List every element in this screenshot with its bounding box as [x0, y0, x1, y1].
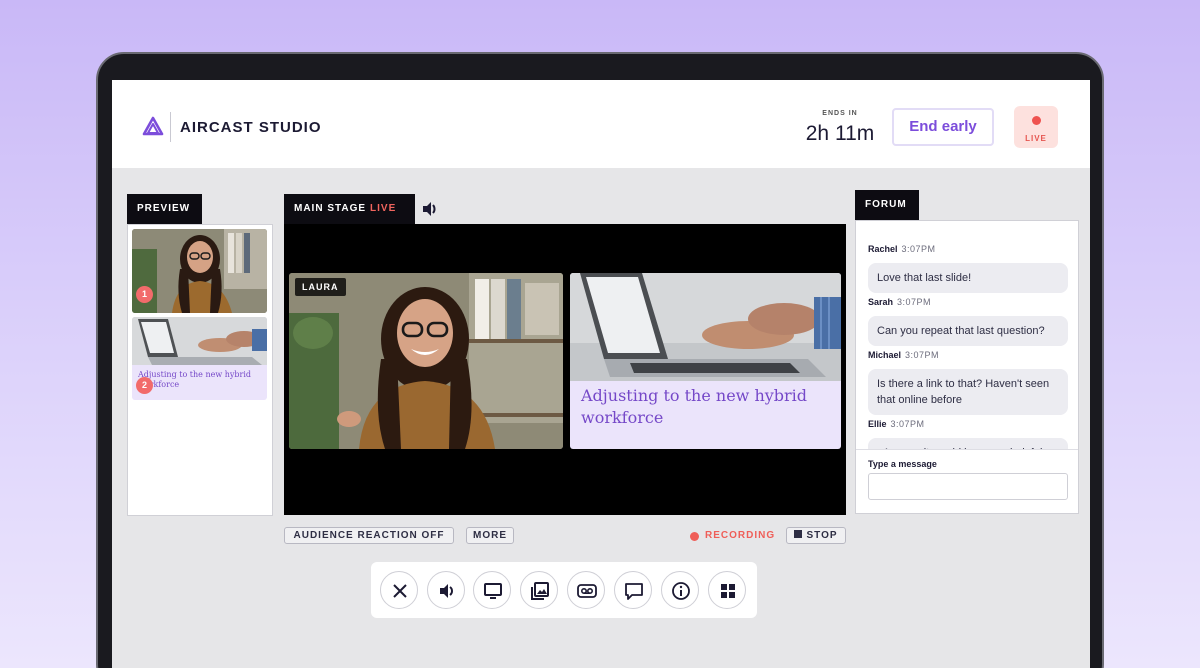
info-icon	[672, 582, 690, 600]
preview-panel: 1 Adjusting to the new hybrid workforce …	[127, 224, 273, 516]
info-button[interactable]	[661, 571, 699, 609]
media-button[interactable]	[520, 571, 558, 609]
stop-button[interactable]: STOP	[786, 527, 846, 544]
message-bubble: Love that last slide!	[868, 263, 1068, 293]
top-bar: AIRCAST STUDIO ENDS IN 2h 11m End early …	[112, 80, 1090, 168]
recording-label: RECORDING	[705, 530, 776, 541]
aircast-logo-icon	[142, 116, 164, 136]
recording-dot-icon	[690, 532, 699, 541]
speaker-video-image	[289, 273, 563, 449]
message-time: 3:07PM	[897, 297, 932, 307]
tab-forum[interactable]: FORUM	[855, 190, 919, 220]
screen-share-button[interactable]	[473, 571, 511, 609]
ends-in-label: ENDS IN	[822, 110, 858, 117]
voicemail-icon	[577, 584, 597, 598]
audience-reaction-button[interactable]: AUDIENCE REACTION OFF	[284, 527, 454, 544]
message-input-label: Type a message	[868, 459, 937, 469]
stage-slide-title: Adjusting to the new hybrid workforce	[581, 386, 808, 427]
more-button[interactable]: MORE	[466, 527, 514, 544]
message-time: 3:07PM	[890, 419, 925, 429]
forum-message: Michael 3:07PM Is there a link to that? H…	[868, 345, 1068, 415]
preview-slide-title: Adjusting to the new hybrid workforce	[138, 370, 252, 389]
live-button[interactable]: LIVE	[1014, 106, 1058, 148]
speaker-video-image	[132, 229, 267, 313]
forum-divider	[856, 449, 1078, 450]
chat-icon	[625, 583, 643, 600]
main-stage: LAURA Adjusting to the new hybrid workfo…	[284, 224, 846, 515]
forum-message: Rachel 3:07PM Love that last slide!	[868, 239, 1068, 293]
message-author: Ellie	[868, 419, 887, 429]
stage-feed-speaker[interactable]: LAURA	[289, 273, 563, 449]
laptop-typing-image	[570, 273, 841, 381]
close-icon	[393, 584, 407, 598]
message-author: Rachel	[868, 244, 898, 254]
speaker-icon	[440, 584, 453, 598]
ends-in-value: 2h 11m	[805, 122, 875, 145]
layout-button[interactable]	[708, 571, 746, 609]
main-stage-live-label: LIVE	[370, 203, 397, 214]
feed-name-label: LAURA	[295, 278, 346, 296]
laptop-typing-image	[132, 317, 267, 365]
forum-message: Sarah 3:07PM Can you repeat that last que…	[868, 292, 1068, 346]
logo-divider	[170, 112, 171, 142]
message-input[interactable]	[868, 473, 1068, 500]
end-early-button[interactable]: End early	[892, 108, 994, 146]
message-author: Sarah	[868, 297, 894, 307]
tab-preview[interactable]: PREVIEW	[127, 194, 202, 224]
stop-icon	[794, 530, 803, 538]
message-time: 3:07PM	[905, 350, 940, 360]
brand-name: AIRCAST STUDIO	[180, 119, 322, 136]
image-icon	[531, 582, 549, 600]
app-screen: AIRCAST STUDIO ENDS IN 2h 11m End early …	[112, 80, 1090, 668]
stage-feed-slide[interactable]: Adjusting to the new hybrid workforce	[570, 273, 841, 449]
forum-message: Ellie3:07PM +1 agree it would be super h…	[868, 414, 1068, 449]
recordings-button[interactable]	[567, 571, 605, 609]
grid-icon	[721, 584, 735, 598]
message-author: Michael	[868, 350, 902, 360]
message-bubble: +1 agree it would be super helpful	[868, 438, 1068, 449]
live-dot-icon	[1031, 116, 1041, 125]
forum-message-list[interactable]: Rachel 3:07PM Love that last slide! Sarah…	[856, 221, 1078, 449]
stop-button-label: STOP	[806, 530, 838, 541]
chat-button[interactable]	[614, 571, 652, 609]
laptop-frame: AIRCAST STUDIO ENDS IN 2h 11m End early …	[96, 52, 1104, 668]
audio-button[interactable]	[427, 571, 465, 609]
preview-badge-2: 2	[136, 377, 153, 394]
speaker-icon[interactable]	[421, 201, 439, 217]
message-bubble: Is there a link to that? Haven't seen th…	[868, 369, 1068, 415]
close-button[interactable]	[380, 571, 418, 609]
bottom-toolbar	[371, 562, 757, 618]
monitor-icon	[484, 583, 502, 599]
forum-panel: Rachel 3:07PM Love that last slide! Sarah…	[855, 220, 1079, 514]
preview-thumbnail-speaker[interactable]	[132, 229, 267, 313]
preview-badge-1: 1	[136, 286, 153, 303]
live-button-label: LIVE	[1025, 134, 1047, 143]
main-stage-label: MAIN STAGE	[294, 203, 367, 214]
message-time: 3:07PM	[901, 244, 936, 254]
message-bubble: Can you repeat that last question?	[868, 316, 1068, 346]
tab-main-stage[interactable]: MAIN STAGE LIVE	[284, 194, 415, 224]
